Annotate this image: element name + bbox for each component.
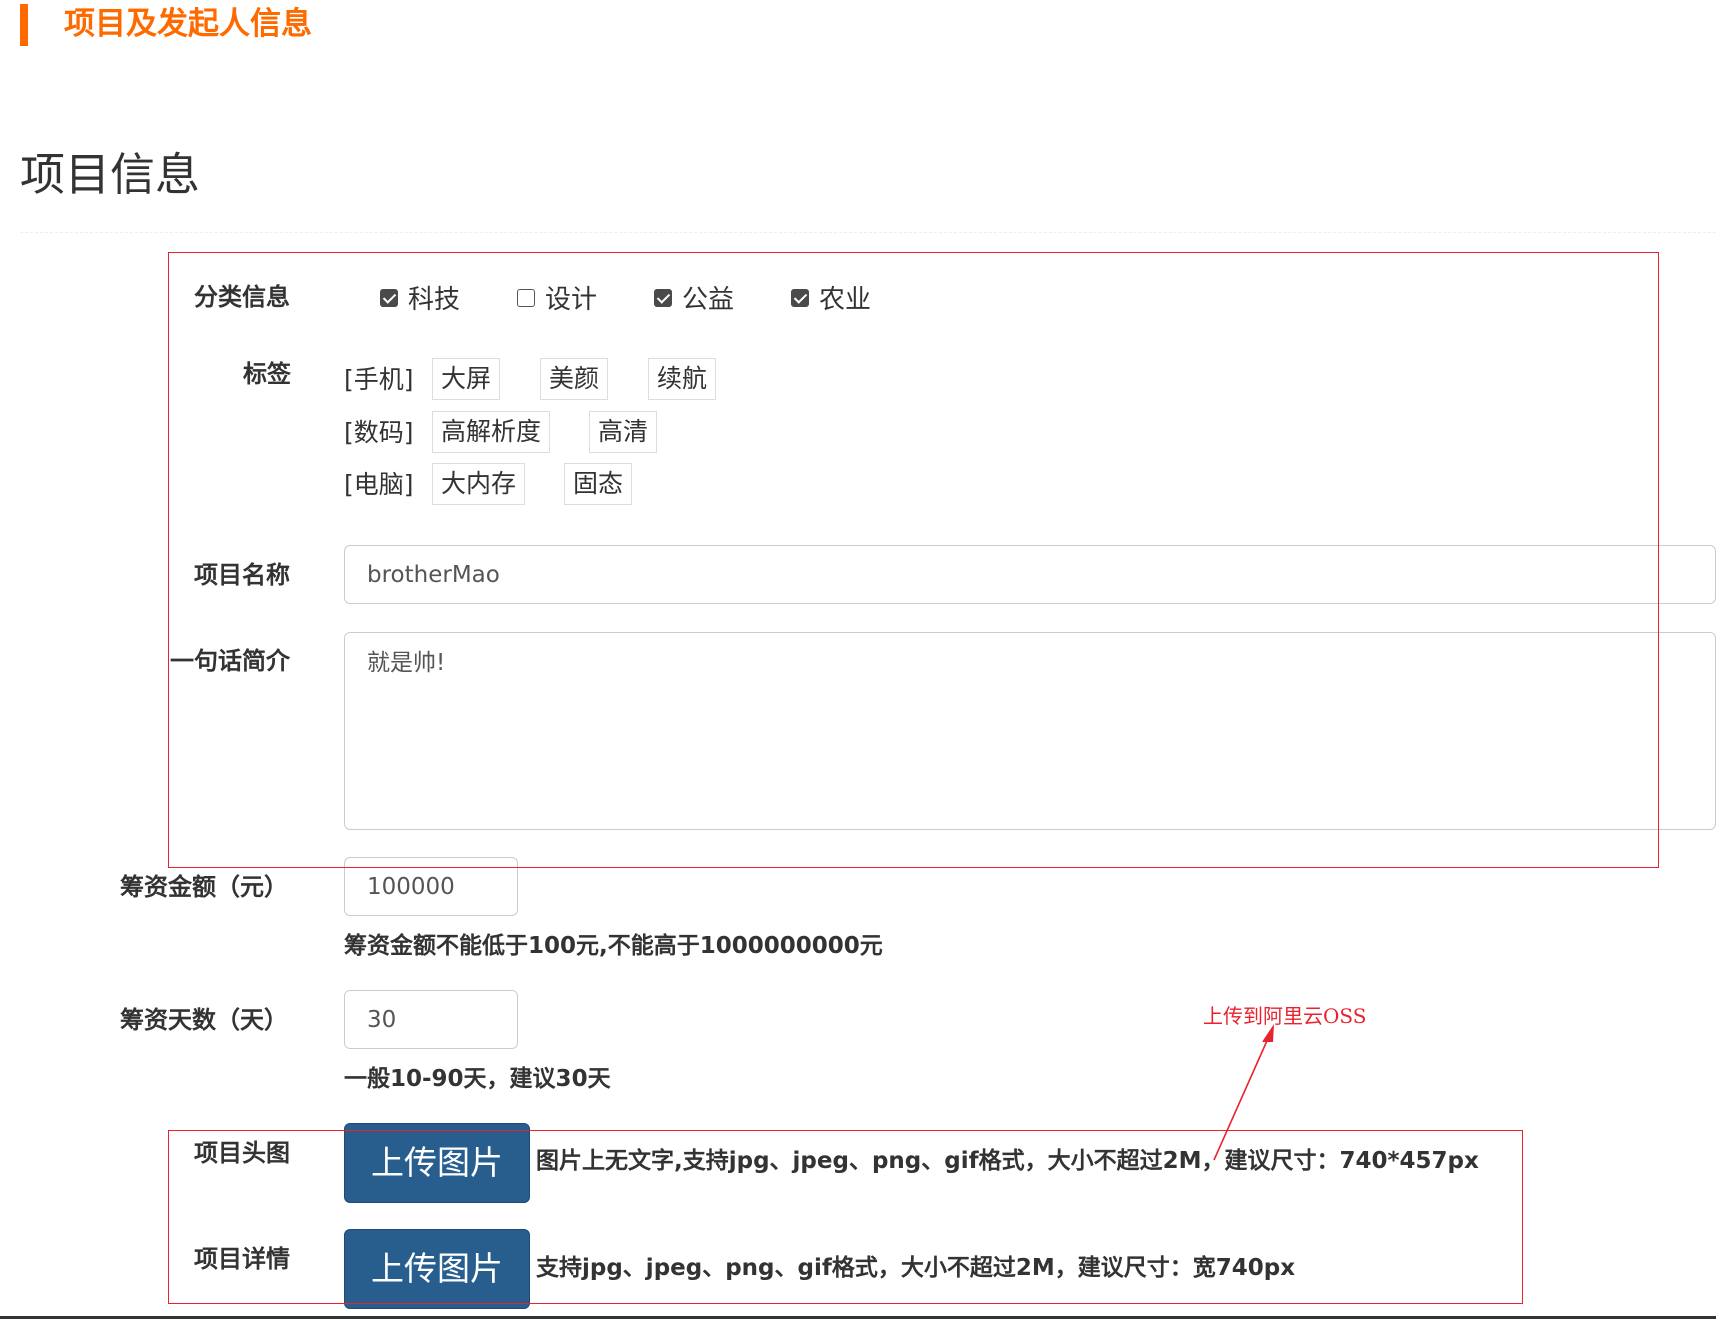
head-image-label: 项目头图 — [194, 1139, 290, 1167]
annotation-arrow-icon — [1213, 1024, 1274, 1161]
upload-detail-image-button[interactable]: 上传图片 — [344, 1229, 530, 1309]
checkbox-design[interactable] — [517, 289, 535, 307]
tag-item[interactable]: 固态 — [564, 463, 633, 505]
funding-amount-label: 筹资金额（元） — [120, 873, 288, 901]
category-label: 分类信息 — [194, 283, 290, 311]
tag-group-phone: [手机] — [344, 365, 414, 394]
project-name-label: 项目名称 — [194, 561, 290, 589]
section-title: 项目信息 — [20, 148, 201, 201]
detail-image-help: 支持jpg、jpeg、png、gif格式，大小不超过2M，建议尺寸：宽740px — [536, 1255, 1296, 1281]
funding-amount-input[interactable] — [344, 857, 518, 916]
funding-days-label: 筹资天数（天） — [120, 1006, 288, 1034]
tag-group-computer: [电脑] — [344, 470, 414, 499]
tag-item[interactable]: 大屏 — [432, 358, 501, 400]
detail-image-label: 项目详情 — [194, 1245, 290, 1273]
intro-textarea[interactable]: 就是帅! — [344, 632, 1716, 830]
checkbox-agriculture-label[interactable]: 农业 — [819, 283, 871, 317]
checkbox-charity-label[interactable]: 公益 — [682, 283, 734, 317]
funding-days-help: 一般10-90天，建议30天 — [344, 1066, 611, 1092]
tags-label: 标签 — [243, 360, 291, 388]
checkbox-agriculture[interactable] — [791, 289, 809, 307]
tag-item[interactable]: 大内存 — [432, 463, 526, 505]
tag-item[interactable]: 高解析度 — [432, 411, 551, 453]
tag-item[interactable]: 续航 — [648, 358, 717, 400]
tag-item[interactable]: 美颜 — [540, 358, 609, 400]
intro-label: 一句话简介 — [170, 647, 290, 675]
tag-item[interactable]: 高清 — [589, 411, 658, 453]
header-title: 项目及发起人信息 — [64, 6, 312, 42]
project-name-input[interactable] — [344, 545, 1716, 604]
head-image-help: 图片上无文字,支持jpg、jpeg、png、gif格式，大小不超过2M，建议尺寸… — [536, 1148, 1479, 1174]
checkbox-design-label[interactable]: 设计 — [545, 283, 597, 317]
checkbox-charity[interactable] — [654, 289, 672, 307]
funding-amount-help: 筹资金额不能低于100元,不能高于1000000000元 — [344, 933, 883, 959]
checkbox-tech-label[interactable]: 科技 — [408, 283, 460, 317]
section-divider — [20, 232, 1716, 233]
upload-head-image-button[interactable]: 上传图片 — [344, 1123, 530, 1203]
tag-group-digital: [数码] — [344, 418, 414, 447]
funding-days-input[interactable] — [344, 990, 518, 1049]
checkbox-tech[interactable] — [380, 289, 398, 307]
header-accent-bar — [20, 4, 28, 46]
